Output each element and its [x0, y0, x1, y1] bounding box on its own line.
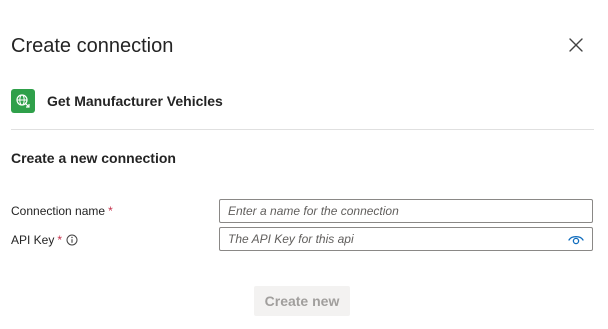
divider — [11, 129, 594, 130]
connector-name: Get Manufacturer Vehicles — [47, 93, 223, 109]
connection-name-field-wrapper — [219, 199, 593, 223]
create-connection-dialog: Create connection Get Manufacturer Vehic… — [0, 0, 608, 329]
show-password-button[interactable] — [568, 233, 584, 245]
connector-logo — [11, 89, 35, 113]
eye-icon — [568, 235, 584, 245]
connector-row: Get Manufacturer Vehicles — [11, 89, 223, 113]
connection-name-label-text: Connection name — [11, 204, 106, 218]
api-key-label: API Key * — [11, 232, 78, 248]
info-icon[interactable] — [66, 234, 78, 246]
api-key-label-text: API Key — [11, 233, 55, 247]
section-heading: Create a new connection — [11, 150, 176, 166]
connection-name-label: Connection name * — [11, 203, 113, 219]
globe-icon — [16, 94, 30, 108]
api-key-input[interactable] — [220, 228, 592, 250]
close-icon — [569, 38, 583, 52]
dialog-title: Create connection — [11, 35, 174, 57]
required-marker: * — [108, 204, 113, 218]
required-marker: * — [57, 233, 63, 247]
create-new-button[interactable]: Create new — [254, 286, 350, 316]
close-button[interactable] — [566, 35, 586, 55]
api-key-field-wrapper — [219, 227, 593, 251]
connection-name-input[interactable] — [220, 200, 592, 222]
